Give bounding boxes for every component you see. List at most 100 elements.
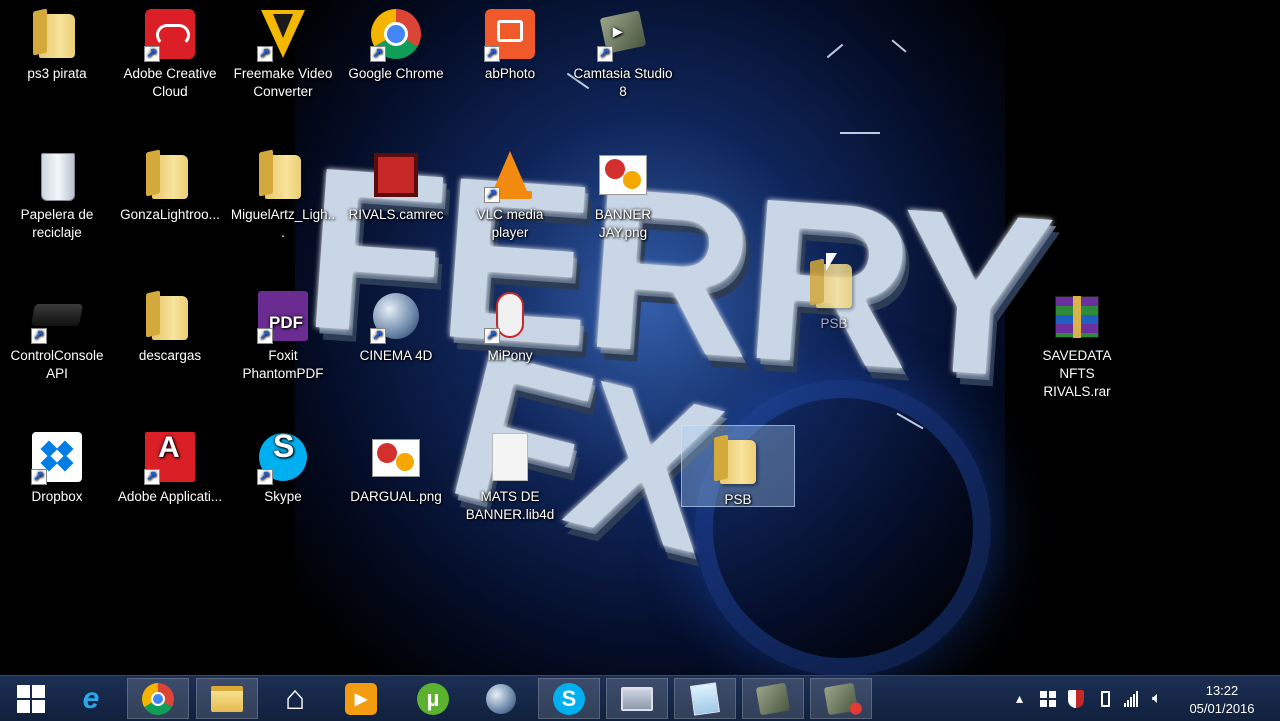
desktop-icon-dropbox[interactable]: Dropbox <box>1 423 113 506</box>
skype-icon: S <box>255 429 311 485</box>
taskbar-media-player[interactable]: ▶ <box>330 678 392 719</box>
utorrent-icon: µ <box>417 682 449 715</box>
notepad-icon <box>690 681 720 716</box>
security-shield-icon[interactable] <box>1068 676 1084 721</box>
desktop[interactable]: FERRY FX ps3 pirata Adobe Creative Cloud… <box>0 0 1280 675</box>
foxit-pdf-icon: PDF <box>255 288 311 344</box>
taskbar-clock[interactable]: 13:22 05/01/2016 <box>1182 682 1262 718</box>
start-button[interactable] <box>0 678 62 719</box>
vlc-icon <box>482 147 538 203</box>
desktop-icon-label: MiguelArtz_Ligh... <box>230 207 336 240</box>
cinema4d-icon <box>486 683 516 714</box>
windows-start-icon <box>17 684 45 713</box>
desktop-icon-controlconsole[interactable]: ControlConsole API <box>1 282 113 383</box>
png-image-icon <box>595 147 651 203</box>
png-image-icon <box>368 429 424 485</box>
clock-time: 13:22 <box>1205 683 1239 698</box>
skype-icon: S <box>553 682 585 715</box>
folder-icon <box>710 432 766 488</box>
camtasia-recorder-icon <box>823 682 863 716</box>
desktop-icon-abphoto[interactable]: abPhoto <box>454 0 566 83</box>
desktop-icon-label: Foxit PhantomPDF <box>242 348 324 381</box>
battery-icon[interactable] <box>1101 676 1110 721</box>
desktop-icon-vlc[interactable]: VLC media player <box>454 141 566 242</box>
desktop-icon-label: GonzaLightroo... <box>120 207 220 222</box>
desktop-icon-mats-de-banner[interactable]: MATS DE BANNER.lib4d <box>454 423 566 524</box>
desktop-icon-label: VLC media player <box>476 207 544 240</box>
desktop-icon-camtasia[interactable]: ▸ Camtasia Studio 8 <box>567 0 679 101</box>
desktop-icon-label: MATS DE BANNER.lib4d <box>465 489 555 522</box>
desktop-icon-mipony[interactable]: MiPony <box>454 282 566 365</box>
action-center-icon[interactable] <box>1040 676 1056 721</box>
chrome-icon <box>368 6 424 62</box>
desktop-icon-label: Adobe Applicati... <box>117 489 223 504</box>
taskbar-home[interactable]: ⌂ <box>264 678 326 719</box>
desktop-icon-label: MiPony <box>487 348 533 363</box>
desktop-icon-rivals-camrec[interactable]: RIVALS.camrec <box>340 141 452 224</box>
desktop-icon-label: Camtasia Studio 8 <box>573 66 673 99</box>
media-player-icon: ▶ <box>345 682 377 715</box>
desktop-icon-dargual-png[interactable]: DARGUAL.png <box>340 423 452 506</box>
desktop-icon-descargas[interactable]: descargas <box>114 282 226 365</box>
wallpaper-streak <box>826 43 844 59</box>
desktop-icon-miguelartz[interactable]: MiguelArtz_Ligh... <box>227 141 339 242</box>
desktop-icon-label: BANNER JAY.png <box>594 207 652 240</box>
signal-icon[interactable] <box>1124 676 1138 721</box>
wallpaper-streak <box>840 132 880 134</box>
desktop-icon-google-chrome[interactable]: Google Chrome <box>340 0 452 83</box>
desktop-icon-label: descargas <box>138 348 202 363</box>
folder-icon <box>255 147 311 203</box>
volume-icon[interactable]: 🔈︎ <box>1152 676 1162 721</box>
wallpaper-streak <box>891 39 907 53</box>
desktop-icon-label: PSB <box>820 316 848 331</box>
home-icon: ⌂ <box>284 679 306 717</box>
desktop-icon-label: ps3 pirata <box>27 66 87 81</box>
freemake-icon <box>255 6 311 62</box>
taskbar-internet-explorer[interactable]: e <box>60 678 122 719</box>
desktop-icon-label: Papelera de reciclaje <box>20 207 94 240</box>
taskbar-cinema4d[interactable] <box>470 678 532 719</box>
desktop-icon-label: abPhoto <box>484 66 536 81</box>
taskbar-camtasia[interactable] <box>742 678 804 719</box>
mouse-cursor <box>826 253 837 271</box>
desktop-icon-savedata-rar[interactable]: SAVEDATA NFTS RIVALS.rar <box>1021 282 1133 401</box>
desktop-icon-banner-jay[interactable]: BANNER JAY.png <box>567 141 679 242</box>
adobe-app-manager-icon: A <box>142 429 198 485</box>
show-hidden-icons-icon[interactable]: ▴ <box>1016 676 1023 721</box>
desktop-icon-label: PSB <box>724 492 752 507</box>
recycle-bin-icon <box>29 147 85 203</box>
camtasia-icon <box>755 682 791 715</box>
camrec-file-icon <box>368 147 424 203</box>
taskbar-monitor[interactable] <box>606 678 668 719</box>
desktop-icon-label: Dropbox <box>31 489 83 504</box>
blank-file-icon <box>482 429 538 485</box>
taskbar-camtasia-recorder[interactable] <box>810 678 872 719</box>
desktop-icon-skype[interactable]: S Skype <box>227 423 339 506</box>
taskbar-notepad[interactable] <box>674 678 736 719</box>
taskbar-skype[interactable]: S <box>538 678 600 719</box>
desktop-icon-adobe-creative-cloud[interactable]: Adobe Creative Cloud <box>114 0 226 101</box>
desktop-icon-freemake[interactable]: Freemake Video Converter <box>227 0 339 101</box>
desktop-icon-label: Google Chrome <box>348 66 444 81</box>
desktop-icon-label: RIVALS.camrec <box>348 207 444 222</box>
desktop-icon-label: SAVEDATA NFTS RIVALS.rar <box>1042 348 1112 399</box>
console-icon <box>29 288 85 344</box>
desktop-icon-psb[interactable]: PSB <box>681 425 795 507</box>
desktop-icon-label: Adobe Creative Cloud <box>123 66 217 99</box>
desktop-icon-adobe-application-manager[interactable]: A Adobe Applicati... <box>114 423 226 506</box>
desktop-icon-gonzalightroom[interactable]: GonzaLightroo... <box>114 141 226 224</box>
desktop-icon-foxit[interactable]: PDF Foxit PhantomPDF <box>227 282 339 383</box>
desktop-icon-ps3-pirata[interactable]: ps3 pirata <box>1 0 113 83</box>
taskbar-utorrent[interactable]: µ <box>402 678 464 719</box>
taskbar-chrome[interactable] <box>127 678 189 719</box>
desktop-icon-label: ControlConsole API <box>10 348 104 381</box>
file-explorer-icon <box>211 685 243 712</box>
desktop-icon-cinema4d[interactable]: CINEMA 4D <box>340 282 452 365</box>
camtasia-icon: ▸ <box>595 6 651 62</box>
desktop-icon-label: Freemake Video Converter <box>233 66 333 99</box>
desktop-icon-label: DARGUAL.png <box>350 489 442 504</box>
cinema4d-icon <box>368 288 424 344</box>
taskbar-file-explorer[interactable] <box>196 678 258 719</box>
desktop-icon-recycle-bin[interactable]: Papelera de reciclaje <box>1 141 113 242</box>
folder-icon <box>142 147 198 203</box>
